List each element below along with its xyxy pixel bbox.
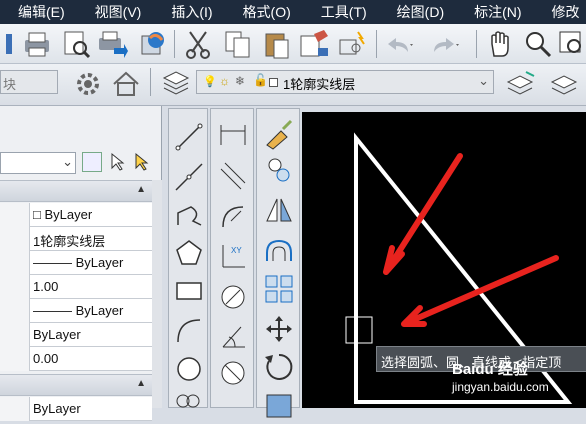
menu-draw[interactable]: 绘图(D) <box>379 2 456 22</box>
copy-icon[interactable] <box>222 28 254 60</box>
property-row-plotstyle[interactable]: ByLayer <box>0 323 152 347</box>
section-3d-header[interactable]: ▲ <box>0 374 152 396</box>
property-row-linetype-scale[interactable]: 1.00 <box>0 275 152 299</box>
color-swatch-icon: □ <box>33 207 41 222</box>
quick-select-icon[interactable] <box>132 152 152 172</box>
menu-dimension[interactable]: 标注(N) <box>456 2 533 22</box>
menu-modify[interactable]: 修改 <box>534 2 586 22</box>
arc-icon[interactable] <box>173 315 205 347</box>
menu-view[interactable]: 视图(V) <box>77 2 154 22</box>
property-row-layer[interactable]: 1轮廓实线层 <box>0 227 152 251</box>
polyline-icon[interactable] <box>173 199 205 231</box>
rotate-icon[interactable] <box>263 351 295 383</box>
menu-format[interactable]: 格式(O) <box>225 2 303 22</box>
print-icon[interactable] <box>20 28 52 60</box>
property-row-lineweight[interactable]: ——— ByLayer <box>0 299 152 323</box>
drawing-canvas[interactable]: 选择圆弧、圆、直线或 <指定顶 Baidu 经验 jingyan.baidu.c… <box>302 112 586 408</box>
mirror-icon[interactable] <box>263 195 295 227</box>
home-icon[interactable] <box>110 68 142 100</box>
standard-toolbar <box>0 24 586 64</box>
make-current-layer-icon[interactable] <box>504 68 536 100</box>
watermark-url: jingyan.baidu.com <box>452 380 549 394</box>
circle-icon[interactable] <box>173 353 205 385</box>
copy-object-icon[interactable] <box>263 153 295 185</box>
redo-icon[interactable] <box>428 28 460 60</box>
construction-line-icon[interactable] <box>173 161 205 193</box>
freeze-icon: ❄ <box>235 74 246 88</box>
chevron-down-icon: ⌄ <box>478 73 489 88</box>
offset-icon[interactable] <box>263 233 295 265</box>
dimension-toolbar: XY <box>210 108 254 408</box>
lightbulb-icon: 💡 <box>203 76 217 88</box>
property-row-linetype[interactable]: ——— ByLayer <box>0 251 152 275</box>
jogged-dimension-icon[interactable] <box>217 357 249 389</box>
layer-previous-icon[interactable] <box>548 68 580 100</box>
object-type-select[interactable]: ⌄ <box>0 152 76 174</box>
zoom-realtime-icon[interactable] <box>522 28 554 60</box>
array-icon[interactable] <box>263 273 295 305</box>
menu-edit[interactable]: 编辑(E) <box>0 2 77 22</box>
section-general-header[interactable]: ▲ <box>0 180 152 202</box>
chevron-down-icon: ⌄ <box>62 154 73 169</box>
radius-dimension-icon[interactable] <box>217 199 249 231</box>
angular-dimension-icon[interactable] <box>217 319 249 351</box>
svg-text:XY: XY <box>231 246 242 255</box>
cut-icon[interactable] <box>182 28 214 60</box>
property-row-material[interactable]: ByLayer <box>0 397 152 421</box>
red-arrow-lower <box>401 255 559 327</box>
properties-scrollbar[interactable] <box>152 180 162 408</box>
print-preview-icon[interactable] <box>60 28 92 60</box>
layer-name: 1轮廓实线层 <box>283 77 356 92</box>
menu-tools[interactable]: 工具(T) <box>303 2 379 22</box>
menu-insert[interactable]: 插入(I) <box>153 2 224 22</box>
rectangle-icon[interactable] <box>173 275 205 307</box>
lock-icon: 🔓 <box>253 73 268 87</box>
3d-dwf-icon[interactable] <box>136 28 168 60</box>
erase-icon[interactable] <box>263 119 295 151</box>
layers-toolbar: 块 💡 ☼ ❄ 🔓 1轮廓实线层 ⌄ <box>0 64 586 106</box>
watermark-brand: Baidu 经验 <box>452 361 528 378</box>
pick-box <box>345 316 373 344</box>
property-row-thickness[interactable]: 0.00 <box>0 347 152 371</box>
revision-cloud-icon[interactable] <box>173 389 205 421</box>
properties-palette: ⌄ ▲ □ ByLayer 1轮廓实线层 ——— ByLayer 1.00 ——… <box>0 106 162 421</box>
layer-color-swatch <box>269 78 278 87</box>
line-icon[interactable] <box>173 121 205 153</box>
layer-properties-icon[interactable] <box>160 66 192 98</box>
collapse-up-icon: ▲ <box>136 184 146 195</box>
property-row-color[interactable]: □ ByLayer <box>0 203 152 227</box>
pan-hand-icon[interactable] <box>484 28 516 60</box>
ordinate-dimension-icon[interactable]: XY <box>217 239 249 271</box>
diameter-dimension-icon[interactable] <box>217 281 249 313</box>
collapse-up-icon: ▲ <box>136 378 146 389</box>
draw-toolbar <box>168 108 208 408</box>
settings-gear-icon[interactable] <box>72 68 104 100</box>
zoom-window-icon[interactable] <box>556 28 586 60</box>
sun-icon: ☼ <box>219 74 230 88</box>
scale-icon[interactable] <box>263 389 295 421</box>
match-properties-icon[interactable] <box>298 28 330 60</box>
undo-icon[interactable] <box>382 28 414 60</box>
paste-icon[interactable] <box>262 28 294 60</box>
select-objects-icon[interactable] <box>108 152 128 172</box>
block-combo[interactable]: 块 <box>0 70 58 94</box>
aligned-dimension-icon[interactable] <box>217 159 249 191</box>
move-icon[interactable] <box>263 313 295 345</box>
polygon-icon[interactable] <box>173 237 205 269</box>
menu-bar: 编辑(E) 视图(V) 插入(I) 格式(O) 工具(T) 绘图(D) 标注(N… <box>0 0 586 24</box>
linear-dimension-icon[interactable] <box>217 119 249 151</box>
modify-toolbar <box>256 108 300 418</box>
toggle-pickadd-icon[interactable] <box>82 152 102 172</box>
layer-combo[interactable]: 💡 ☼ ❄ 🔓 1轮廓实线层 ⌄ <box>196 70 494 94</box>
block-editor-icon[interactable] <box>336 28 368 60</box>
publish-icon[interactable] <box>96 28 128 60</box>
